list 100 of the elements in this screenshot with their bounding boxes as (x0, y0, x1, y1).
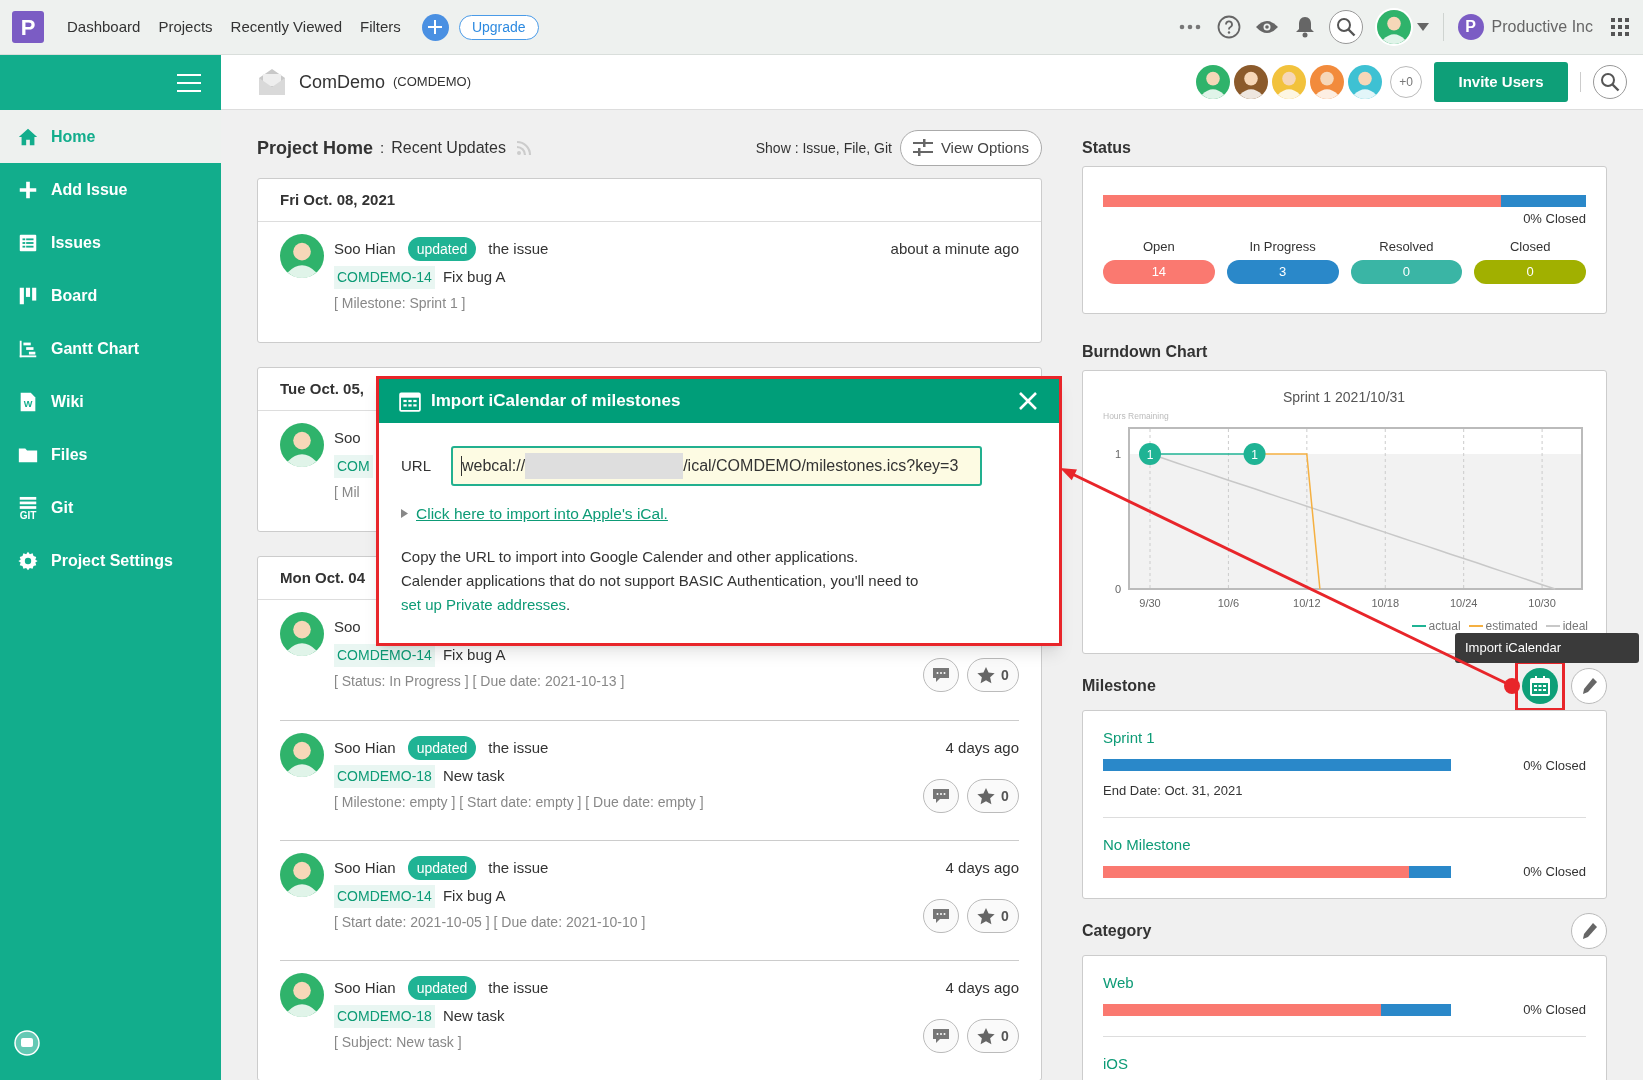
invite-users-button[interactable]: Invite Users (1434, 62, 1568, 102)
calendar-icon (399, 390, 421, 412)
caret-icon[interactable] (1416, 23, 1429, 31)
status-count[interactable]: 14 (1103, 260, 1215, 284)
issue-title[interactable]: New task (442, 765, 505, 788)
help-icon[interactable] (1216, 15, 1241, 39)
timestamp: 4 days ago (945, 857, 1019, 878)
tick-label: 0 (1114, 583, 1121, 595)
member-avatar[interactable] (1310, 65, 1344, 99)
settings-icon (17, 549, 39, 572)
action-badge: updated (407, 856, 477, 880)
sidebar-item[interactable]: Home (0, 110, 221, 163)
org-name[interactable]: Productive Inc (1491, 15, 1593, 39)
eye-icon[interactable] (1254, 19, 1279, 35)
expand-triangle-icon[interactable] (401, 509, 408, 519)
date-heading: Fri Oct. 08, 2021 (280, 189, 396, 210)
chat-icon[interactable] (14, 1030, 40, 1056)
user-avatar (280, 973, 324, 1017)
comment-button[interactable] (923, 658, 959, 692)
author-name[interactable]: Soo Hian (334, 237, 396, 261)
star-button[interactable]: 0 (967, 1019, 1019, 1053)
issue-title[interactable]: Fix bug A (442, 644, 506, 667)
author-name[interactable]: Soo Hian (334, 736, 396, 760)
item-link[interactable]: iOS (1103, 1052, 1586, 1075)
add-button[interactable] (421, 13, 449, 41)
edit-button[interactable] (1571, 912, 1607, 949)
timestamp: about a minute ago (890, 238, 1019, 259)
issue-key[interactable]: COM (334, 455, 373, 478)
filter-summary: Show : Issue, File, Git (755, 138, 892, 158)
star-icon (977, 907, 996, 925)
nav-link[interactable]: Filters (360, 15, 401, 39)
author-name[interactable]: Soo (334, 615, 361, 639)
avatar (1234, 65, 1268, 99)
tick-label: 10/30 (1528, 597, 1556, 609)
item-link[interactable]: No Milestone (1103, 833, 1586, 856)
upgrade-button[interactable]: Upgrade (458, 14, 539, 40)
item-link[interactable]: Web (1103, 971, 1586, 994)
comment-button[interactable] (923, 779, 959, 813)
close-button[interactable] (1017, 390, 1039, 412)
pencil-icon (1580, 677, 1598, 695)
legend-label: actual (1428, 618, 1461, 635)
calendar-button[interactable] (1522, 668, 1558, 704)
object-label: the issue (488, 857, 549, 878)
comment-button[interactable] (923, 899, 959, 933)
issue-title[interactable]: New task (442, 1005, 505, 1028)
author-name[interactable]: Soo (334, 426, 361, 450)
apple-ical-link[interactable]: Click here to import into Apple's iCal. (416, 502, 668, 526)
tooltip: Import iCalendar (1455, 633, 1639, 663)
user-avatar (280, 853, 324, 897)
member-avatar[interactable] (1234, 65, 1268, 99)
tick-label: 1 (1114, 448, 1121, 460)
star-button[interactable]: 0 (967, 899, 1019, 933)
nav-link[interactable]: Recently Viewed (230, 15, 343, 39)
member-avatar[interactable] (1196, 65, 1230, 99)
search-button[interactable] (1328, 10, 1363, 44)
issue-key[interactable]: COMDEMO-18 (334, 1005, 435, 1028)
sidebar-item[interactable]: Issues (0, 216, 221, 269)
author-name[interactable]: Soo Hian (334, 976, 396, 1000)
change-details: [ Milestone: empty ] [ Start date: empty ] [ Due date: empty ] (334, 793, 705, 812)
star-button[interactable]: 0 (967, 658, 1019, 692)
sidebar-item[interactable]: Project Settings (0, 534, 221, 587)
nav-link[interactable]: Dashboard (67, 15, 141, 39)
status-count[interactable]: 0 (1350, 260, 1463, 284)
project-name: ComDemo (299, 70, 386, 94)
issue-title[interactable]: Fix bug A (442, 885, 506, 908)
item-link[interactable]: Sprint 1 (1103, 727, 1586, 750)
sidebar-item[interactable]: Files (0, 428, 221, 481)
app-logo[interactable]: P (12, 11, 44, 43)
edit-button[interactable] (1571, 668, 1607, 704)
calendar-icon (1530, 676, 1550, 696)
speech-bubble-icon (932, 908, 950, 924)
more-icon[interactable] (1178, 24, 1201, 30)
view-options-button[interactable]: View Options (899, 130, 1042, 166)
star-button[interactable]: 0 (967, 779, 1019, 813)
sidebar-item[interactable]: W Wiki (0, 375, 221, 428)
issue-title[interactable]: Fix bug A (442, 266, 506, 289)
author-name[interactable]: Soo Hian (334, 856, 396, 880)
action-badge: updated (407, 976, 477, 1000)
apps-grid-icon[interactable] (1611, 18, 1629, 36)
url-field[interactable]: webcal:// /ical/COMDEMO/milestones.ics?key=3 (451, 446, 982, 486)
comment-button[interactable] (923, 1019, 959, 1053)
issue-key[interactable]: COMDEMO-14 (334, 885, 435, 908)
avatar (1348, 65, 1382, 99)
sidebar-item[interactable]: GIT Git (0, 481, 221, 534)
change-details: [ Start date: 2021-10-05 ] [ Due date: 2021-10-10 ] (334, 913, 647, 932)
issue-key[interactable]: COMDEMO-14 (334, 266, 435, 289)
status-count[interactable]: 3 (1226, 260, 1339, 284)
org-logo[interactable]: P (1457, 14, 1484, 40)
nav-link[interactable]: Projects (158, 15, 213, 39)
data-point: 1 (1139, 443, 1161, 465)
sidebar-item[interactable]: Add Issue (0, 163, 221, 216)
issue-key[interactable]: COMDEMO-14 (334, 644, 435, 667)
sidebar-item[interactable]: Gantt Chart (0, 322, 221, 375)
change-details: [ Status: In Progress ] [ Due date: 2021-10-13 ] (334, 672, 626, 691)
status-count[interactable]: 0 (1474, 260, 1586, 284)
url-label: URL (401, 455, 431, 476)
sidebar-item[interactable]: Board (0, 269, 221, 322)
bell-icon[interactable] (1294, 16, 1315, 38)
menu-icon[interactable] (177, 72, 201, 93)
issue-key[interactable]: COMDEMO-18 (334, 765, 435, 788)
